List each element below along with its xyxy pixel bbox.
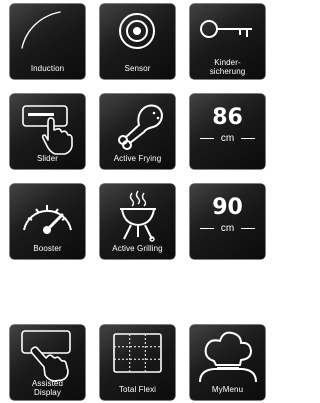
feature-label: Assisted Display xyxy=(31,379,64,397)
feature-label: Induction xyxy=(30,64,65,73)
feature-tile-my-menu[interactable]: MyMenu xyxy=(190,325,265,400)
feature-tile-assisted-display[interactable]: Assisted Display xyxy=(10,325,85,400)
feature-label: Active Frying xyxy=(113,154,162,163)
feature-tile-induction[interactable]: Induction xyxy=(10,4,85,79)
feature-label: Booster xyxy=(33,244,62,253)
width-arrow-right xyxy=(241,138,255,139)
feature-tile-slider[interactable]: Slider xyxy=(10,94,85,169)
width-value: 90 xyxy=(212,195,243,220)
feature-tile-total-flexi[interactable]: Total Flexi xyxy=(100,325,175,400)
feature-label: Kinder- sicherung xyxy=(209,58,246,76)
feature-tile-sensor[interactable]: Sensor xyxy=(100,4,175,79)
feature-tile-child-lock[interactable]: Kinder- sicherung xyxy=(190,4,265,79)
feature-tile-active-frying[interactable]: Active Frying xyxy=(100,94,175,169)
feature-label: Slider xyxy=(36,154,59,163)
feature-label: Active Grilling xyxy=(112,244,163,253)
feature-tile-width-86[interactable]: 86 cm xyxy=(190,94,265,169)
feature-label: Sensor xyxy=(124,64,151,73)
width-arrow-right xyxy=(241,228,255,229)
width-value: 86 xyxy=(212,105,243,130)
feature-tile-active-grilling[interactable]: Active Grilling xyxy=(100,184,175,259)
feature-tile-booster[interactable]: Booster xyxy=(10,184,85,259)
feature-label: Total Flexi xyxy=(118,385,157,394)
feature-label: MyMenu xyxy=(211,385,244,394)
feature-tile-width-90[interactable]: 90 cm xyxy=(190,184,265,259)
